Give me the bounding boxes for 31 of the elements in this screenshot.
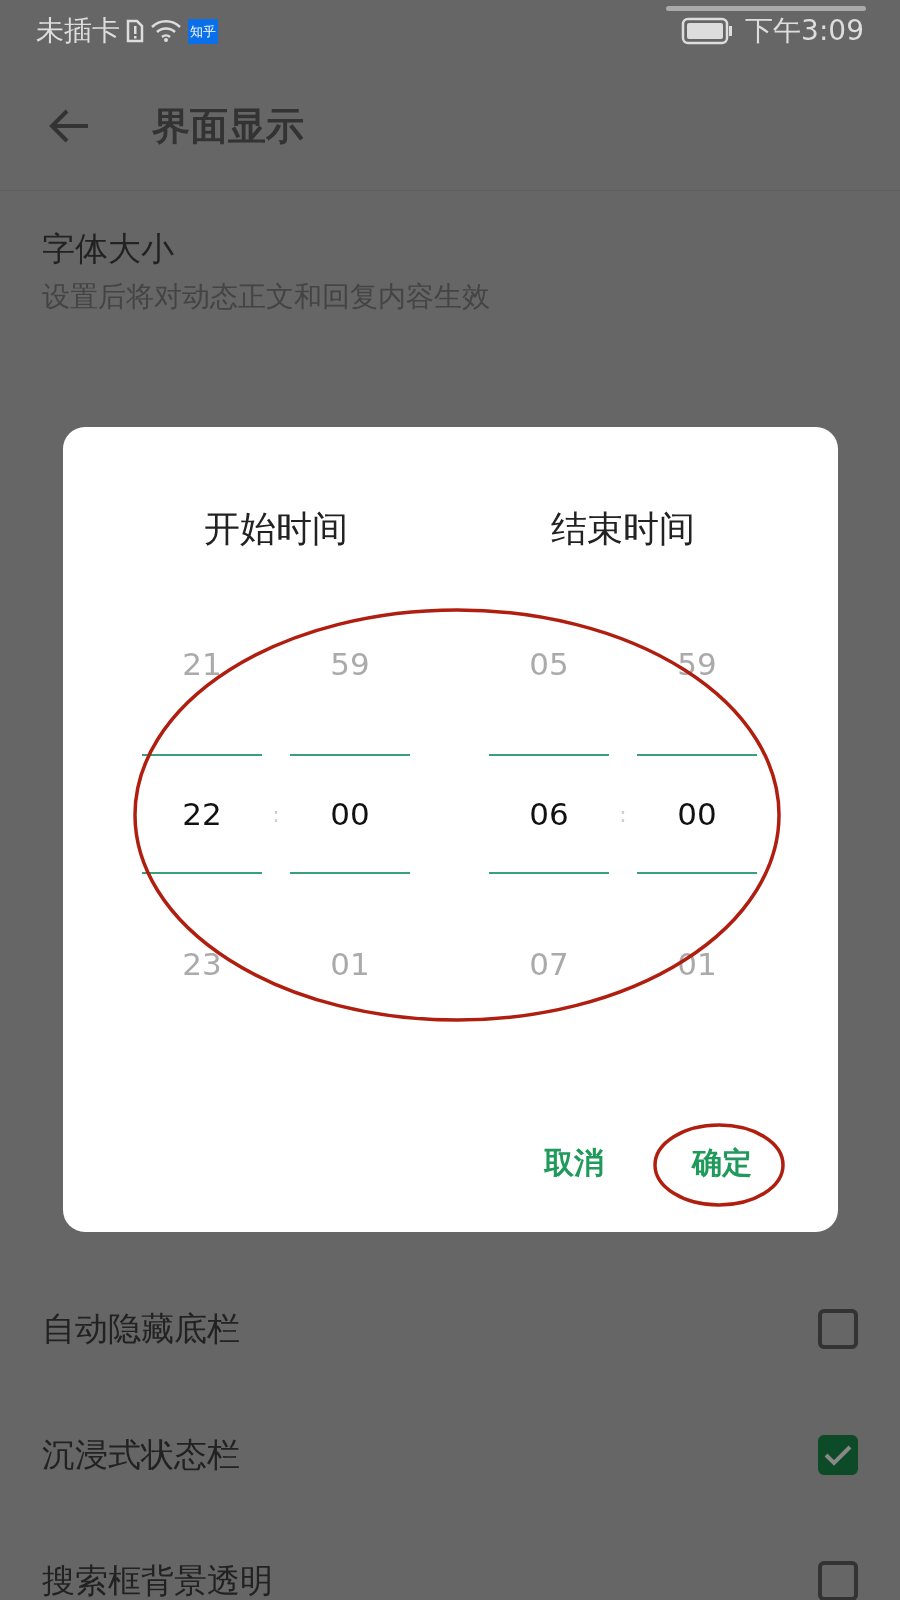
- time-separator: :: [271, 801, 281, 827]
- check-icon: [823, 1443, 853, 1467]
- app-badge: 知乎: [188, 18, 218, 44]
- wheel-option[interactable]: 59: [677, 574, 717, 754]
- setting-title: 沉浸式状态栏: [42, 1433, 240, 1476]
- picker-heading: 开始时间: [204, 507, 348, 551]
- checkbox[interactable]: [818, 1435, 858, 1475]
- wheel-option[interactable]: 21: [182, 574, 222, 754]
- checkbox[interactable]: [818, 1309, 858, 1349]
- clock-text: 下午3:09: [745, 13, 864, 49]
- sim-alert-icon: [126, 19, 144, 43]
- wheel-option[interactable]: 59: [330, 574, 370, 754]
- wheel-option[interactable]: 05: [529, 574, 569, 754]
- wifi-icon: [150, 19, 182, 43]
- confirm-button[interactable]: 确定: [678, 1133, 766, 1194]
- wheel-option[interactable]: 01: [330, 874, 370, 1054]
- wheel-value[interactable]: 00: [290, 754, 410, 874]
- picker-heading: 结束时间: [551, 507, 695, 551]
- cancel-button[interactable]: 取消: [530, 1133, 618, 1194]
- checkbox[interactable]: [818, 1561, 858, 1600]
- setting-title: 自动隐藏底栏: [42, 1307, 240, 1350]
- time-separator: :: [618, 801, 628, 827]
- carrier-text: 未插卡: [36, 13, 120, 49]
- setting-title: 字体大小: [42, 227, 175, 270]
- wheel-value[interactable]: 00: [637, 754, 757, 874]
- wheel-option[interactable]: 07: [529, 874, 569, 1054]
- wheel-value[interactable]: 22: [142, 754, 262, 874]
- wheel-value[interactable]: 06: [489, 754, 609, 874]
- wheel-option[interactable]: 23: [182, 874, 222, 1054]
- battery-icon: [681, 17, 734, 45]
- setting-title: 搜索框背景透明: [42, 1559, 273, 1600]
